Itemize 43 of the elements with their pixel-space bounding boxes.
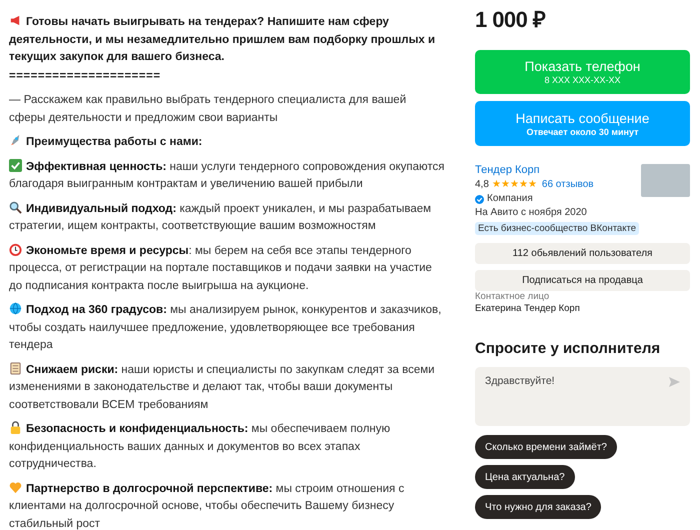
- suggestion-chip[interactable]: Что нужно для заказа?: [475, 495, 602, 519]
- contact-name: Екатерина Тендер Корп: [475, 303, 581, 315]
- subscribe-button[interactable]: Подписаться на продавца: [475, 270, 690, 291]
- listings-button[interactable]: 112 обьявлений пользователя: [475, 243, 690, 264]
- feature-paragraph: Подход на 360 градусов: мы анализируем рынок, конкурентов и заказчиков, чтобы создать наилучшее предложение, удовлетворяющее все требования тендера: [9, 302, 442, 353]
- feature-paragraph: Экономьте время и ресурсы: мы берем на себя все этапы тендерного процесса, от регистрации на портале поставщиков и подачи заявки на участие до подписания контракта после выигрыша на аукционе.: [9, 242, 433, 294]
- seller-since: На Авито с ноября 2020: [475, 206, 588, 220]
- price: 1 000 ₽: [475, 6, 546, 34]
- star-icon: ★: [492, 178, 501, 192]
- suggestion-chip[interactable]: Сколько времени займёт?: [475, 435, 617, 459]
- scroll-icon: [9, 362, 22, 374]
- feature-paragraph: Безопасность и конфиденциальность: мы обеспечиваем полную конфиденциальность ваших данных и документов во всех этапах сотрудничества.: [9, 421, 392, 472]
- star-icon: ★: [500, 178, 510, 192]
- rating-value: 4,8: [475, 178, 489, 192]
- seller-type: Компания: [487, 192, 533, 206]
- star-icon: ★: [510, 178, 519, 192]
- heart-icon: [9, 480, 22, 494]
- divider-text: =====================: [9, 68, 162, 84]
- megaphone-icon: [9, 14, 22, 27]
- message-field[interactable]: Здравствуйте!: [475, 367, 690, 426]
- feature-paragraph: Партнерство в долгосрочной перспективе: мы строим отношения с клиентами на долгосрочной основе, чтобы обеспечить Вашему бизнесу стабильный рост: [9, 480, 406, 530]
- suggestion-chip[interactable]: Цена актуальна?: [475, 465, 575, 489]
- community-badge: Есть бизнес-сообщество ВКонтакте: [475, 222, 640, 235]
- magnifier-icon: [9, 200, 22, 214]
- description-heading: Преимущества работы с нами:: [9, 134, 445, 152]
- alarm-clock-icon: [9, 242, 22, 256]
- reviews-link[interactable]: 66 отзывов: [542, 178, 594, 192]
- globe-icon: [9, 302, 22, 315]
- send-icon[interactable]: [669, 377, 680, 387]
- contact-label: Контактное лицо: [475, 291, 550, 303]
- star-icon: ★: [518, 178, 528, 192]
- description-paragraph: — Расскажем как правильно выбрать тендерного специалиста для вашей сферы деятельности и предложим свои варианты: [9, 93, 408, 126]
- feature-paragraph: Индивидуальный подход: каждый проект уникален, и мы разрабатываем стратегии, ищем контракты, соответствующие вашим возможностям: [9, 200, 432, 234]
- checkmark-icon: [9, 158, 22, 172]
- ask-heading: Спросите у исполнителя: [475, 339, 662, 359]
- lock-icon: [9, 421, 22, 434]
- rocket-icon: [9, 134, 22, 147]
- description-heading: Готовы начать выигрывать на тендерах? Напишите нам сферу деятельности, и мы незамедлительно пришлем вам подборку прошлых и текущих закупок для вашего бизнеса.: [9, 14, 436, 65]
- star-icon: ★: [528, 178, 537, 192]
- feature-paragraph: Снижаем риски: наши юристы и специалисты по закупкам следят за всеми изменениями в законодательстве и делают так, чтобы ваши документы соответствовали ВСЕМ требованиям: [9, 362, 436, 412]
- photo-placeholder: [641, 164, 690, 197]
- feature-paragraph: Эффективная ценность: наши услуги тендерного сопровождения окупаются благодаря выигранным контрактам и увеличению вашей прибыли: [9, 158, 445, 192]
- seller-name-link[interactable]: Тендер Корп: [475, 163, 594, 178]
